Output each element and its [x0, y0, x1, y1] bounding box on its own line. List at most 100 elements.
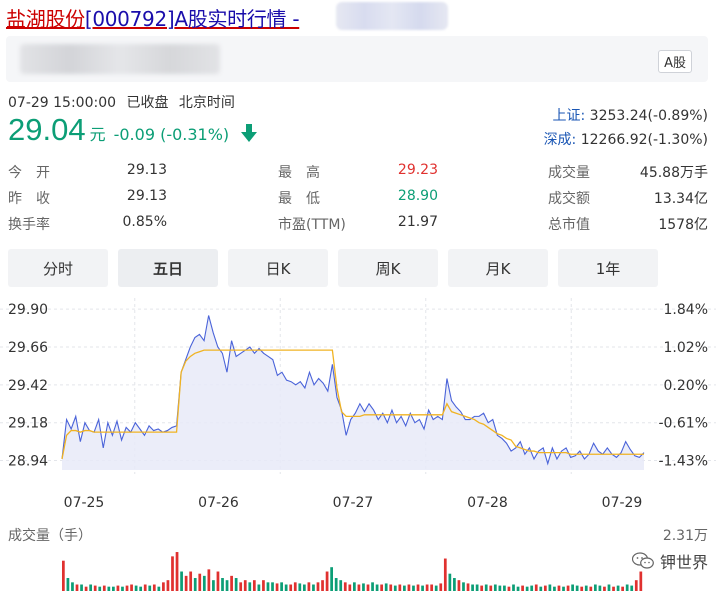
- volume-bar: [525, 586, 529, 591]
- stat-value: 0.85%: [122, 214, 167, 230]
- volume-bar: [180, 571, 183, 591]
- volume-bar: [403, 585, 406, 591]
- stock-name[interactable]: 盐湖股份: [6, 7, 85, 31]
- volume-bar: [71, 582, 74, 591]
- volume-bar: [434, 585, 438, 591]
- stats-row: 换手率 0.85% 市盈(TTM) 21.97 总市值 1578亿: [8, 210, 708, 236]
- title-link[interactable]: 盐湖股份[000792]A股实时行情 -: [6, 3, 300, 32]
- volume-bar: [484, 584, 488, 591]
- tab-intraday[interactable]: 分时: [8, 249, 108, 287]
- volume-bar: [443, 558, 447, 591]
- index-sz-label[interactable]: 深成:: [544, 132, 577, 148]
- stat-label: 成交量: [548, 165, 590, 181]
- quote-status: 07-29 15:00:00 已收盘 北京时间: [8, 92, 235, 112]
- tab-monthly-k[interactable]: 月K: [448, 249, 548, 287]
- volume-bar: [162, 582, 165, 591]
- stat-value: 21.97: [397, 214, 438, 230]
- y-tick-label: 29.90: [8, 302, 48, 318]
- stat-label: 今 开: [8, 165, 50, 181]
- volume-bar: [389, 584, 393, 591]
- tab-weekly-k[interactable]: 周K: [338, 249, 438, 287]
- volume-bar: [475, 584, 479, 591]
- timezone: 北京时间: [178, 95, 235, 111]
- volume-bar: [362, 583, 365, 591]
- volume-bar: [534, 584, 538, 591]
- volume-bar: [171, 556, 174, 591]
- volume-bar: [384, 583, 388, 591]
- volume-bar: [143, 584, 147, 591]
- volume-bar: [421, 585, 424, 591]
- volume-bar: [330, 567, 333, 591]
- volume-bar: [289, 584, 293, 591]
- volume-bar: [507, 586, 511, 591]
- title-suffix[interactable]: A股实时行情 -: [174, 7, 299, 31]
- volume-bar: [93, 585, 97, 591]
- index-sz[interactable]: 深成: 12266.92(-1.30%): [544, 128, 708, 152]
- tab-daily-k[interactable]: 日K: [228, 249, 328, 287]
- stat-value: 45.88万手: [639, 165, 708, 181]
- stat-label: 昨 收: [8, 191, 50, 207]
- redacted-title-area: [336, 2, 448, 30]
- volume-bar: [498, 585, 502, 591]
- y-tick-label: 28.94: [8, 454, 48, 470]
- volume-bar: [302, 584, 306, 591]
- volume-bar: [503, 585, 506, 591]
- volume-bar: [262, 580, 265, 591]
- volume-bar: [530, 585, 534, 591]
- volume-chart[interactable]: [0, 540, 716, 593]
- volume-bar: [489, 585, 493, 591]
- volume-bar: [152, 584, 156, 591]
- volume-bar: [66, 578, 70, 591]
- volume-bar: [80, 584, 83, 591]
- last-price: 29.04: [8, 112, 86, 147]
- stock-code[interactable]: [000792]: [85, 7, 175, 31]
- volume-bar: [266, 582, 270, 591]
- volume-bar: [339, 580, 343, 591]
- volume-bar: [603, 586, 606, 591]
- y-pct-label: 1.02%: [664, 340, 708, 356]
- y-tick-label: 29.18: [8, 416, 48, 432]
- chart-period-tabs: 分时 五日 日K 周K 月K 1年: [8, 249, 708, 287]
- volume-bar: [407, 584, 411, 591]
- watermark-text: 钾世界: [659, 553, 708, 572]
- volume-bar: [566, 585, 570, 591]
- stats-row: 昨 收 29.13 最 低 28.90 成交额 13.34亿: [8, 184, 708, 210]
- volume-bar: [184, 575, 188, 591]
- index-sh-value: 3253.24(-0.89%): [589, 108, 708, 124]
- page-title[interactable]: 盐湖股份[000792]A股实时行情 -: [6, 2, 300, 32]
- volume-bar: [175, 552, 179, 591]
- volume-bar: [98, 586, 102, 591]
- volume-bar: [580, 586, 584, 591]
- price-change: -0.09 (-0.31%): [113, 125, 230, 144]
- stat-label: 最 高: [278, 165, 320, 181]
- volume-bar: [121, 586, 124, 591]
- volume-bar: [275, 583, 279, 591]
- volume-bar: [453, 578, 456, 591]
- stats-row: 今 开 29.13 最 高 29.23 成交量 45.88万手: [8, 158, 708, 184]
- volume-bar: [221, 578, 224, 591]
- wechat-icon: [631, 552, 654, 569]
- five-day-price-chart[interactable]: 29.90 29.66 29.42 29.18 28.94 1.84% 1.02% 0.20%…: [0, 292, 716, 520]
- index-sz-value: 12266.92(-1.30%): [580, 132, 708, 148]
- stat-value: 1578亿: [658, 217, 708, 233]
- volume-bar: [312, 584, 315, 591]
- y-pct-label: 0.20%: [664, 378, 708, 394]
- volume-bar: [357, 584, 361, 591]
- market-badge[interactable]: A股: [658, 50, 692, 73]
- volume-bar: [148, 585, 152, 591]
- volume-bar: [439, 583, 443, 591]
- volume-bar: [62, 560, 65, 591]
- tab-five-day[interactable]: 五日: [118, 249, 218, 287]
- volume-bar: [457, 580, 461, 591]
- index-sh-label[interactable]: 上证:: [552, 108, 585, 124]
- volume-bar: [125, 585, 129, 591]
- volume-bar: [543, 585, 547, 591]
- tab-one-year[interactable]: 1年: [558, 249, 658, 287]
- index-sh[interactable]: 上证: 3253.24(-0.89%): [544, 104, 708, 128]
- volume-bar: [598, 585, 602, 591]
- volume-bar: [293, 582, 297, 591]
- volume-bar: [307, 582, 311, 591]
- volume-bar: [393, 585, 397, 591]
- volume-bar: [448, 573, 452, 591]
- volume-bar: [271, 582, 274, 591]
